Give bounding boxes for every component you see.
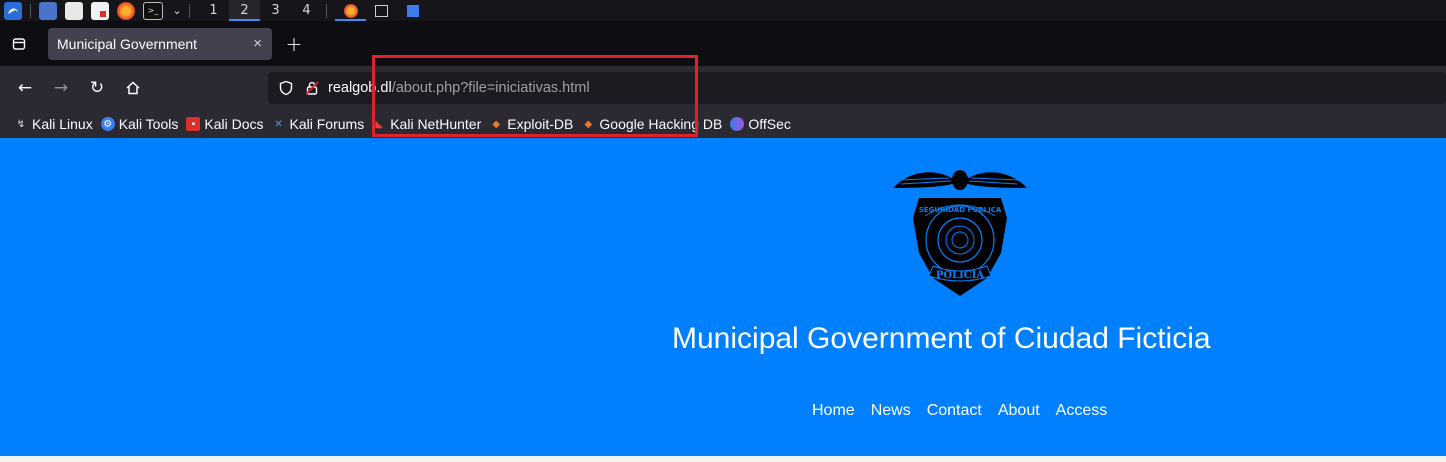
bookmark-kali-linux[interactable]: ↯ Kali Linux xyxy=(14,116,93,132)
system-taskbar: >_ ⌄ 1 2 3 4 xyxy=(0,0,1446,21)
file-manager-icon[interactable] xyxy=(65,1,83,20)
tab-list-button[interactable] xyxy=(0,21,38,66)
tab-title: Municipal Government xyxy=(57,35,198,52)
bookmark-kali-docs[interactable]: ▪ Kali Docs xyxy=(186,116,264,132)
svg-text:SEGURIDAD PUBLICA: SEGURIDAD PUBLICA xyxy=(919,206,1002,214)
bookmark-google-hacking-db[interactable]: ◆ Google Hacking DB xyxy=(581,116,723,132)
web-page-header: SEGURIDAD PUBLICA POLICIA Municipal Gove… xyxy=(0,138,1446,456)
workspace-2[interactable]: 2 xyxy=(229,0,260,21)
home-icon xyxy=(126,81,140,95)
chevron-down-icon[interactable]: ⌄ xyxy=(171,2,183,20)
back-arrow-icon: ← xyxy=(17,78,33,98)
bookmark-label: Google Hacking DB xyxy=(599,116,723,132)
workspace-4[interactable]: 4 xyxy=(291,0,322,21)
kali-dragon-icon: ↯ xyxy=(16,118,26,130)
new-tab-button[interactable]: + xyxy=(282,32,306,56)
site-navigation: Home News Contact About Access xyxy=(812,402,1123,420)
workspace-3[interactable]: 3 xyxy=(260,0,291,21)
bookmark-label: Kali Tools xyxy=(118,116,179,132)
taskbar-separator xyxy=(189,3,190,18)
nav-link-access[interactable]: Access xyxy=(1056,402,1108,420)
terminal-launcher-icon[interactable]: >_ xyxy=(143,1,163,20)
firefox-window-button[interactable] xyxy=(335,0,366,21)
tab-municipal-government[interactable]: Municipal Government × xyxy=(48,27,272,60)
workspace-1[interactable]: 1 xyxy=(198,0,229,21)
app-icon xyxy=(406,4,419,17)
nav-link-about[interactable]: About xyxy=(998,402,1040,420)
browser-tab-strip: Municipal Government × + xyxy=(0,21,1446,66)
nav-link-home[interactable]: Home xyxy=(812,402,855,420)
nav-link-news[interactable]: News xyxy=(871,402,911,420)
home-button[interactable] xyxy=(115,72,151,104)
bookmark-label: Kali Linux xyxy=(32,116,93,132)
offsec-icon xyxy=(730,117,745,131)
taskbar-separator xyxy=(30,3,31,18)
bookmark-label: OffSec xyxy=(748,116,791,132)
bookmark-kali-nethunter[interactable]: ◣ Kali NetHunter xyxy=(372,116,481,132)
terminal-icon xyxy=(375,4,388,17)
terminal-window-button[interactable] xyxy=(366,0,397,21)
blue-app-window-button[interactable] xyxy=(397,0,428,21)
bookmark-label: Kali Docs xyxy=(204,116,264,132)
firefox-icon xyxy=(343,3,358,18)
forward-button[interactable]: → xyxy=(43,72,79,104)
url-path: /about.php?file=iniciativas.html xyxy=(391,80,590,96)
show-desktop-icon[interactable] xyxy=(39,1,57,20)
bookmark-exploit-db[interactable]: ◆ Exploit-DB xyxy=(489,116,573,132)
svg-text:POLICIA: POLICIA xyxy=(936,270,985,281)
address-bar[interactable]: realgob.dl/about.php?file=iniciativas.ht… xyxy=(268,72,1446,104)
back-button[interactable]: ← xyxy=(7,72,43,104)
lock-insecure-icon[interactable] xyxy=(304,80,320,96)
kali-menu-icon[interactable] xyxy=(4,1,22,20)
exploit-db-icon: ◆ xyxy=(492,118,501,130)
bookmark-label: Exploit-DB xyxy=(507,116,574,132)
forward-arrow-icon: → xyxy=(53,78,69,98)
url-host: realgob.dl xyxy=(328,80,392,96)
bookmark-label: Kali Forums xyxy=(289,116,365,132)
bookmark-offsec[interactable]: OffSec xyxy=(730,116,791,132)
reload-icon: ↻ xyxy=(89,78,105,98)
shield-icon[interactable] xyxy=(278,80,294,96)
nav-link-contact[interactable]: Contact xyxy=(927,402,982,420)
reload-button[interactable]: ↻ xyxy=(79,72,115,104)
bookmarks-toolbar: ↯ Kali Linux ⚙ Kali Tools ▪ Kali Docs ✕ … xyxy=(0,110,1446,138)
police-badge-logo: SEGURIDAD PUBLICA POLICIA xyxy=(893,170,1027,296)
taskbar-separator xyxy=(326,3,327,18)
page-title: Municipal Government of Ciudad Ficticia xyxy=(672,322,1211,355)
close-tab-icon[interactable]: × xyxy=(253,35,262,52)
navigation-toolbar: ← → ↻ realgob.dl/about.php?file=iniciati… xyxy=(0,66,1446,110)
bookmark-kali-tools[interactable]: ⚙ Kali Tools xyxy=(100,116,179,132)
bookmark-kali-forums[interactable]: ✕ Kali Forums xyxy=(272,116,365,132)
kali-docs-icon: ▪ xyxy=(186,117,201,131)
nethunter-icon: ◣ xyxy=(375,118,384,130)
ghdb-icon: ◆ xyxy=(584,118,593,130)
tab-list-icon xyxy=(12,37,26,50)
firefox-launcher-icon[interactable] xyxy=(117,1,135,20)
page-body-start xyxy=(0,456,1446,462)
text-editor-icon[interactable] xyxy=(91,1,109,20)
bookmark-label: Kali NetHunter xyxy=(390,116,482,132)
kali-tools-icon: ⚙ xyxy=(100,117,115,131)
kali-forums-icon: ✕ xyxy=(274,118,283,130)
